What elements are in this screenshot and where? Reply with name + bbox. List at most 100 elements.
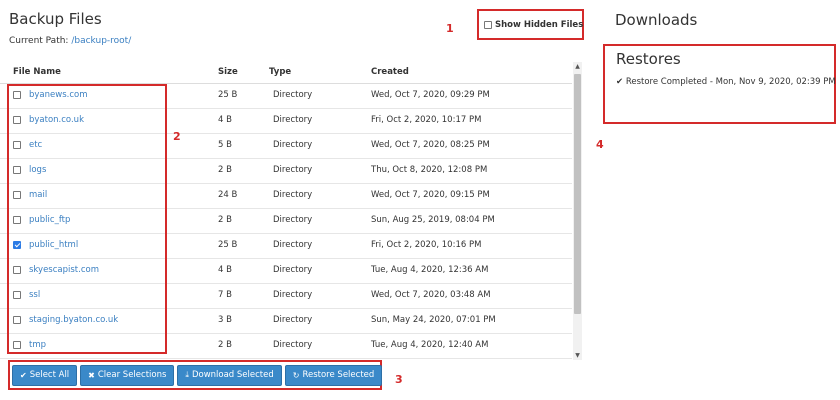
file-created: Sun, May 24, 2020, 07:01 PM — [371, 315, 496, 325]
file-size: 24 B — [218, 190, 238, 200]
file-name-link[interactable]: mail — [29, 190, 47, 200]
table-row[interactable]: ssl 7 B Directory Wed, Oct 7, 2020, 03:48 A… — [0, 284, 572, 309]
show-hidden-files-label: Show Hidden Files — [495, 19, 584, 30]
file-name-link[interactable]: skyescapist.com — [29, 265, 99, 275]
table-row[interactable]: etc 5 B Directory Wed, Oct 7, 2020, 08:25 P… — [0, 134, 572, 159]
file-created: Fri, Oct 2, 2020, 10:17 PM — [371, 115, 482, 125]
row-checkbox[interactable] — [13, 191, 21, 199]
file-created: Thu, Oct 8, 2020, 12:08 PM — [371, 165, 488, 175]
check-icon: ✔ — [616, 77, 624, 87]
annotation-marker-1: 1 — [446, 22, 454, 35]
row-checkbox[interactable] — [13, 341, 21, 349]
scroll-thumb[interactable] — [574, 74, 581, 314]
file-size: 2 B — [218, 340, 232, 350]
column-type[interactable]: Type — [269, 67, 291, 77]
restores-panel: Restores ✔ Restore Completed - Mon, Nov … — [603, 44, 836, 124]
restores-title: Restores — [616, 50, 681, 68]
file-name-link[interactable]: staging.byaton.co.uk — [29, 315, 118, 325]
refresh-icon: ↻ — [292, 370, 300, 380]
restore-status-text: Restore Completed - Mon, Nov 9, 2020, 02… — [625, 77, 836, 87]
current-path-label: Current Path: — [9, 36, 69, 46]
table-row[interactable]: tmp 2 B Directory Tue, Aug 4, 2020, 12:40 A… — [0, 334, 572, 359]
scroll-up-icon[interactable]: ▲ — [573, 62, 582, 71]
action-button-bar: ✔ Select All ✖ Clear Selections ⤓ Downlo… — [8, 360, 383, 390]
annotation-marker-3: 3 — [395, 373, 403, 386]
downloads-title: Downloads — [615, 11, 698, 29]
show-hidden-files-checkbox[interactable] — [484, 20, 492, 29]
file-type: Directory — [273, 190, 313, 200]
file-type: Directory — [273, 240, 313, 250]
restore-status-item: ✔ Restore Completed - Mon, Nov 9, 2020, … — [616, 77, 836, 87]
file-name-link[interactable]: byaton.co.uk — [29, 115, 84, 125]
table-row[interactable]: skyescapist.com 4 B Directory Tue, Aug 4, 2… — [0, 259, 572, 284]
x-icon: ✖ — [88, 370, 95, 380]
file-size: 7 B — [218, 290, 232, 300]
table-row[interactable]: mail 24 B Directory Wed, Oct 7, 2020, 09:15… — [0, 184, 572, 209]
select-all-button[interactable]: ✔ Select All — [12, 364, 78, 386]
row-checkbox[interactable] — [13, 116, 21, 124]
table-row[interactable]: staging.byaton.co.uk 3 B Directory Sun, May… — [0, 309, 572, 334]
file-size: 2 B — [218, 215, 232, 225]
current-path-link[interactable]: /backup-root/ — [71, 36, 131, 46]
download-selected-button[interactable]: ⤓ Download Selected — [177, 364, 282, 386]
file-created: Tue, Aug 4, 2020, 12:40 AM — [371, 340, 489, 350]
file-type: Directory — [273, 115, 313, 125]
row-checkbox[interactable] — [13, 166, 21, 174]
file-name-link[interactable]: public_html — [29, 240, 78, 250]
file-name-link[interactable]: byanews.com — [29, 90, 88, 100]
file-size: 4 B — [218, 115, 232, 125]
file-name-link[interactable]: etc — [29, 140, 42, 150]
file-size: 4 B — [218, 265, 232, 275]
row-checkbox[interactable] — [13, 216, 21, 224]
file-type: Directory — [273, 215, 313, 225]
table-row[interactable]: byaton.co.uk 4 B Directory Fri, Oct 2, 2020… — [0, 109, 572, 134]
file-size: 5 B — [218, 140, 232, 150]
file-created: Wed, Oct 7, 2020, 08:25 PM — [371, 140, 490, 150]
table-row[interactable]: public_html 25 B Directory Fri, Oct 2, 2020… — [0, 234, 572, 259]
column-file-name[interactable]: File Name — [13, 67, 61, 77]
table-row[interactable]: logs 2 B Directory Thu, Oct 8, 2020, 12:08 … — [0, 159, 572, 184]
file-created: Wed, Oct 7, 2020, 09:29 PM — [371, 90, 490, 100]
show-hidden-files-toggle[interactable]: Show Hidden Files — [477, 9, 584, 40]
download-icon: ⤓ — [185, 370, 189, 379]
restore-selected-button[interactable]: ↻ Restore Selected — [284, 364, 383, 386]
file-name-link[interactable]: public_ftp — [29, 215, 70, 225]
file-created: Wed, Oct 7, 2020, 03:48 AM — [371, 290, 491, 300]
file-type: Directory — [273, 290, 313, 300]
file-created: Fri, Oct 2, 2020, 10:16 PM — [371, 240, 482, 250]
column-created[interactable]: Created — [371, 67, 409, 77]
file-size: 25 B — [218, 90, 238, 100]
current-path: Current Path: /backup-root/ — [9, 36, 131, 46]
file-type: Directory — [273, 90, 313, 100]
file-type: Directory — [273, 315, 313, 325]
file-size: 25 B — [218, 240, 238, 250]
row-checkbox[interactable] — [13, 266, 21, 274]
file-type: Directory — [273, 165, 313, 175]
scroll-down-icon[interactable]: ▼ — [573, 351, 582, 360]
column-size[interactable]: Size — [218, 67, 238, 77]
file-size: 3 B — [218, 315, 232, 325]
row-checkbox[interactable] — [13, 241, 21, 249]
table-scrollbar[interactable]: ▲ ▼ — [573, 62, 582, 360]
file-name-link[interactable]: logs — [29, 165, 46, 175]
file-size: 2 B — [218, 165, 232, 175]
table-row[interactable]: public_ftp 2 B Directory Sun, Aug 25, 2019,… — [0, 209, 572, 234]
file-type: Directory — [273, 265, 313, 275]
file-created: Sun, Aug 25, 2019, 08:04 PM — [371, 215, 495, 225]
file-type: Directory — [273, 140, 313, 150]
annotation-marker-4: 4 — [596, 138, 604, 151]
file-table-header: File Name Size Type Created — [0, 62, 572, 84]
clear-selections-button[interactable]: ✖ Clear Selections — [80, 364, 175, 386]
file-name-link[interactable]: ssl — [29, 290, 40, 300]
file-type: Directory — [273, 340, 313, 350]
check-icon: ✔ — [20, 370, 27, 380]
file-created: Tue, Aug 4, 2020, 12:36 AM — [371, 265, 489, 275]
row-checkbox[interactable] — [13, 91, 21, 99]
row-checkbox[interactable] — [13, 291, 21, 299]
row-checkbox[interactable] — [13, 316, 21, 324]
row-checkbox[interactable] — [13, 141, 21, 149]
page-title: Backup Files — [9, 10, 102, 28]
table-row[interactable]: byanews.com 25 B Directory Wed, Oct 7, 2020… — [0, 84, 572, 109]
file-created: Wed, Oct 7, 2020, 09:15 PM — [371, 190, 490, 200]
file-name-link[interactable]: tmp — [29, 340, 46, 350]
